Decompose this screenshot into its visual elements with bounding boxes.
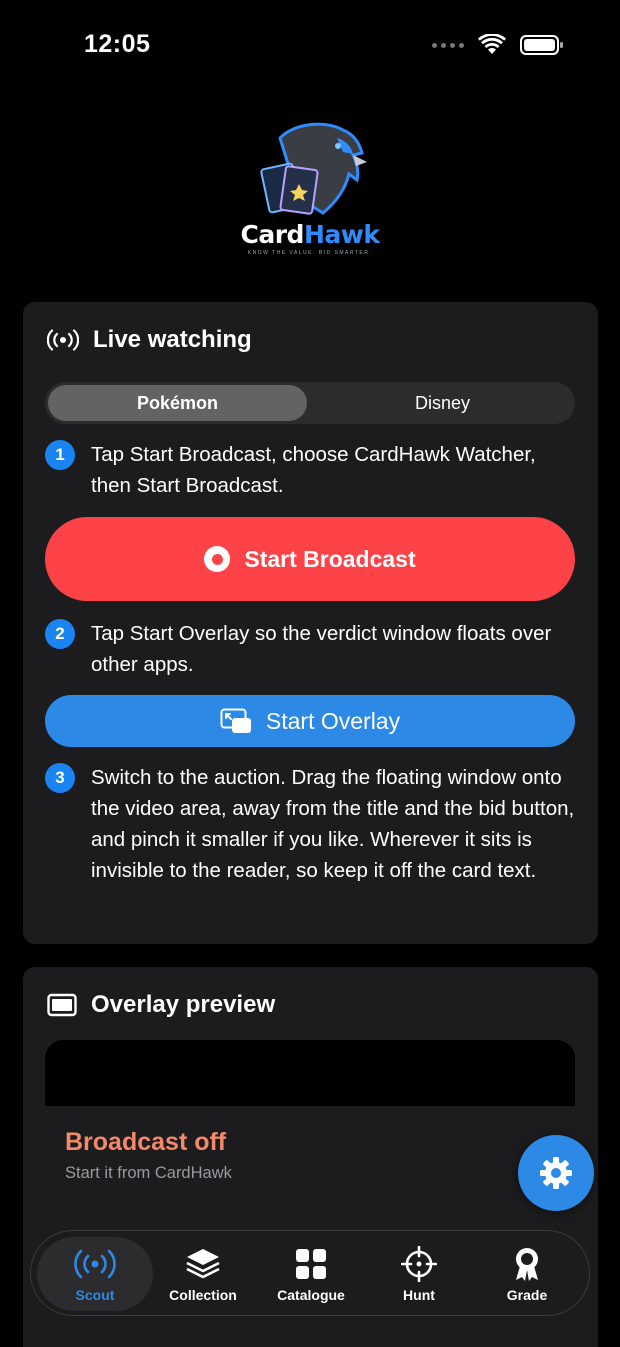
cellular-signal-icon [432,42,464,48]
award-icon [516,1248,538,1281]
broadcast-icon [74,1249,116,1279]
tab-hunt[interactable]: Hunt [361,1237,477,1311]
segment-pokemon[interactable]: Pokémon [48,385,307,421]
step-3: 3 Switch to the auction. Drag the floati… [45,762,575,886]
step-number-badge: 1 [45,440,75,470]
logo-word-hawk: Hawk [303,220,380,249]
status-time: 12:05 [84,30,151,58]
settings-button[interactable] [518,1135,594,1211]
status-bar: 12:05 [0,0,620,90]
tab-label: Grade [506,1287,548,1303]
live-watching-card: Live watching Pokémon Disney 1 Tap Start… [23,302,598,944]
step-number-badge: 3 [45,763,75,793]
franchise-segmented-control[interactable]: Pokémon Disney [45,382,575,424]
logo-wordmark: CardHawk [225,220,395,249]
tab-label: Hunt [403,1287,435,1303]
broadcast-status-subtitle: Start it from CardHawk [65,1164,232,1182]
tab-bar: Scout Collection Catalogue Hunt Grade [30,1230,590,1316]
tab-label: Scout [75,1287,115,1303]
layers-icon [186,1249,220,1279]
start-overlay-label: Start Overlay [265,707,401,734]
status-icons [432,34,564,56]
cardhawk-logo: CardHawk KNOW THE VALUE. BID SMARTER. [225,108,395,268]
tab-collection[interactable]: Collection [145,1237,261,1311]
overlay-preview-header: Overlay preview [47,991,275,1019]
logo-tagline: KNOW THE VALUE. BID SMARTER. [247,250,373,256]
start-broadcast-label: Start Broadcast [244,545,416,572]
picture-in-picture-icon [220,708,251,733]
step-text: Switch to the auction. Drag the floating… [91,766,575,882]
gear-icon [540,1157,572,1189]
tab-catalogue[interactable]: Catalogue [253,1237,369,1311]
wifi-icon [478,34,506,54]
battery-icon [520,35,563,55]
tab-grade[interactable]: Grade [469,1237,585,1311]
step-text: Tap Start Overlay so the verdict window … [91,622,552,676]
segment-disney[interactable]: Disney [313,385,572,421]
live-watching-title: Live watching [93,326,252,353]
start-overlay-button[interactable]: Start Overlay [45,695,575,747]
broadcast-status-title: Broadcast off [65,1128,227,1156]
record-icon [204,546,231,572]
tab-label: Catalogue [277,1287,345,1303]
window-icon [47,993,77,1017]
step-2: 2 Tap Start Overlay so the verdict windo… [45,618,575,680]
logo-word-card: Card [240,220,305,249]
step-number-badge: 2 [45,619,75,649]
hawk-logo-icon [260,122,367,215]
crosshair-icon [401,1246,437,1282]
overlay-preview-title: Overlay preview [91,991,276,1018]
live-watching-header: Live watching [47,326,252,354]
step-1: 1 Tap Start Broadcast, choose CardHawk W… [45,439,575,501]
tab-scout[interactable]: Scout [37,1237,153,1311]
grid-icon [296,1249,326,1279]
start-broadcast-button[interactable]: Start Broadcast [45,517,575,601]
broadcast-icon [47,329,79,351]
step-text: Tap Start Broadcast, choose CardHawk Wat… [91,443,536,497]
tab-label: Collection [169,1287,237,1303]
